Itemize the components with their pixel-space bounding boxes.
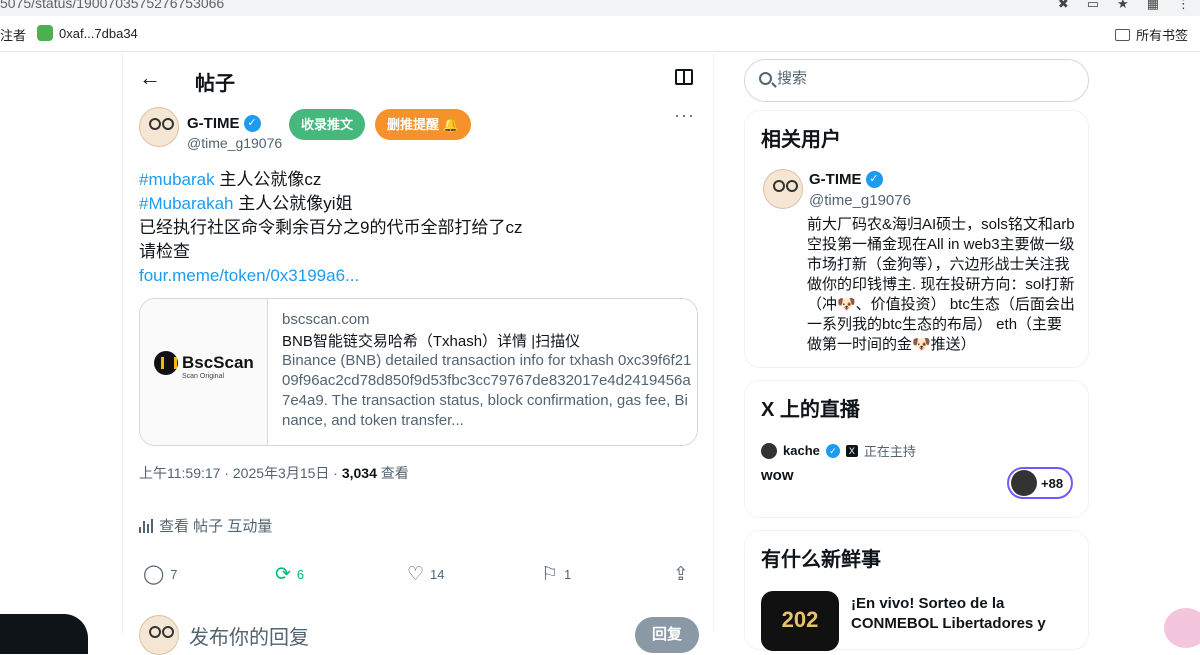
card-domain: bscscan.com xyxy=(282,311,370,328)
search-box[interactable] xyxy=(744,59,1089,102)
live-stream-title[interactable]: wow xyxy=(761,467,794,484)
heart-icon: ♡ xyxy=(407,564,425,585)
post-line: 请检查 xyxy=(139,242,190,261)
post-timestamp: 上午11:59:17 · 2025年3月15日 · 3,034 查看 xyxy=(139,465,409,481)
collect-tweet-button[interactable]: 收录推文 xyxy=(289,109,366,140)
reply-composer: 发布你的回复 回复 xyxy=(139,615,699,655)
floating-widget[interactable] xyxy=(0,614,88,654)
live-spaces-panel: X 上的直播 kache ✓ X 正在主持 wow +88 xyxy=(744,380,1089,518)
share-icon: ⇪ xyxy=(673,564,689,585)
extension-icon[interactable]: ▦ xyxy=(1147,0,1159,12)
verified-badge-icon: ✓ xyxy=(865,171,883,188)
main-column: ← 帖子 G-TIME ✓ @time_g19076 收录推文 删推提醒 🔔 ·… xyxy=(122,53,715,655)
cast-icon[interactable]: ▭ xyxy=(1087,0,1099,12)
related-users-panel: 相关用户 G-TIME ✓ @time_g19076 前大厂码农&海归AI硕士，… xyxy=(744,110,1089,368)
search-input[interactable] xyxy=(777,70,1067,87)
x-logo-icon: X xyxy=(845,444,858,457)
back-arrow-icon[interactable]: ← xyxy=(139,65,161,91)
bookmark-button[interactable]: ⚐ 1 xyxy=(541,563,571,586)
trending-title: 有什么新鲜事 xyxy=(761,549,881,571)
card-text: bscscan.com BNB智能链交易哈希（Txhash）详情 |扫描仪 Bi… xyxy=(282,311,692,431)
address-bar[interactable]: 5075/status/1900703575276753066 ✖ ▭ ★ ▦ … xyxy=(0,0,1200,16)
more-options-icon[interactable]: ··· xyxy=(674,105,695,126)
share-button[interactable]: ⇪ xyxy=(673,563,689,586)
page-title: 帖子 xyxy=(195,73,235,95)
reply-input[interactable]: 发布你的回复 xyxy=(189,621,309,650)
listener-avatar xyxy=(1011,470,1037,496)
star-icon[interactable]: ★ xyxy=(1117,0,1129,12)
link-preview-card[interactable]: BscScan Scan Original bscscan.com BNB智能链… xyxy=(139,298,698,446)
x-extension-icon[interactable]: ✖ xyxy=(1058,0,1069,12)
related-user-handle[interactable]: @time_g19076 xyxy=(809,192,911,209)
post-line: 已经执行社区命令剩余百分之9的代币全部打给了cz xyxy=(139,218,523,237)
news-headline[interactable]: ¡En vivo! Sorteo de la CONMEBOL Libertad… xyxy=(851,594,1073,634)
folder-icon xyxy=(1115,28,1130,41)
verified-badge-icon: ✓ xyxy=(243,115,261,132)
news-thumbnail[interactable]: 202 xyxy=(761,591,839,651)
related-user-avatar[interactable] xyxy=(763,169,803,209)
browser-toolbar-icons: ✖ ▭ ★ ▦ ⋮ xyxy=(1058,0,1190,12)
bscscan-logo-icon xyxy=(154,351,178,375)
user-avatar xyxy=(139,615,179,655)
live-panel-title: X 上的直播 xyxy=(761,399,860,421)
delete-alert-button[interactable]: 删推提醒 🔔 xyxy=(375,109,471,140)
reply-icon: ◯ xyxy=(143,564,165,585)
verified-badge-icon: ✓ xyxy=(825,443,840,458)
analytics-icon xyxy=(139,518,153,533)
bookmark-favicon-icon xyxy=(37,25,53,41)
url-text[interactable]: 5075/status/1900703575276753066 xyxy=(0,0,224,11)
hashtag-link[interactable]: #mubarak xyxy=(139,170,215,189)
repost-button[interactable]: ⟳ 6 xyxy=(275,563,304,586)
reader-mode-icon[interactable] xyxy=(675,69,693,85)
reply-submit-button[interactable]: 回复 xyxy=(635,617,699,653)
bookmarks-bar: 注者 0xaf...7dba34 所有书签 xyxy=(0,16,1200,52)
author-handle[interactable]: @time_g19076 xyxy=(187,135,282,151)
like-button[interactable]: ♡ 14 xyxy=(407,563,445,586)
reply-button[interactable]: ◯ 7 xyxy=(143,563,178,586)
trending-panel: 有什么新鲜事 202 ¡En vivo! Sorteo de la CONMEB… xyxy=(744,530,1089,651)
hashtag-link[interactable]: #Mubarakah xyxy=(139,194,234,213)
related-user-name[interactable]: G-TIME ✓ xyxy=(809,171,883,188)
related-users-title: 相关用户 xyxy=(761,129,841,151)
menu-icon[interactable]: ⋮ xyxy=(1177,0,1190,12)
live-listeners-badge[interactable]: +88 xyxy=(1007,467,1073,499)
related-user-bio: 前大厂码农&海归AI硕士，sols铭文和arb空投第一桶金现在All in we… xyxy=(807,216,1075,353)
bscscan-logo: BscScan xyxy=(154,351,254,375)
card-thumbnail: BscScan Scan Original xyxy=(140,299,268,445)
bookmark-icon: ⚐ xyxy=(541,564,559,585)
card-title: BNB智能链交易哈希（Txhash）详情 |扫描仪 xyxy=(282,333,581,350)
author-avatar[interactable] xyxy=(139,107,179,147)
live-host-row[interactable]: kache ✓ X 正在主持 xyxy=(761,441,916,460)
host-avatar xyxy=(761,442,777,459)
post-link[interactable]: four.meme/token/0x3199a6... xyxy=(139,264,699,288)
card-description: Binance (BNB) detailed transaction info … xyxy=(282,352,692,429)
bookmark-item[interactable]: 0xaf...7dba34 xyxy=(37,25,138,41)
all-bookmarks-button[interactable]: 所有书签 xyxy=(1115,25,1188,44)
bell-icon: 🔔 xyxy=(442,117,459,132)
post-actions: ◯ 7 ⟳ 6 ♡ 14 ⚐ 1 ⇪ xyxy=(139,563,699,589)
search-icon xyxy=(759,72,772,85)
extension-floating-icon[interactable] xyxy=(1164,608,1200,648)
bookmark-item[interactable]: 注者 xyxy=(0,25,26,44)
post-text: #mubarak 主人公就像cz #Mubarakah 主人公就像yi姐 已经执… xyxy=(139,168,699,288)
view-engagements-link[interactable]: 查看 帖子 互动量 xyxy=(139,515,272,536)
post-header: ← 帖子 xyxy=(123,53,715,106)
author-name[interactable]: G-TIME ✓ xyxy=(187,115,261,132)
repost-icon: ⟳ xyxy=(275,564,291,585)
